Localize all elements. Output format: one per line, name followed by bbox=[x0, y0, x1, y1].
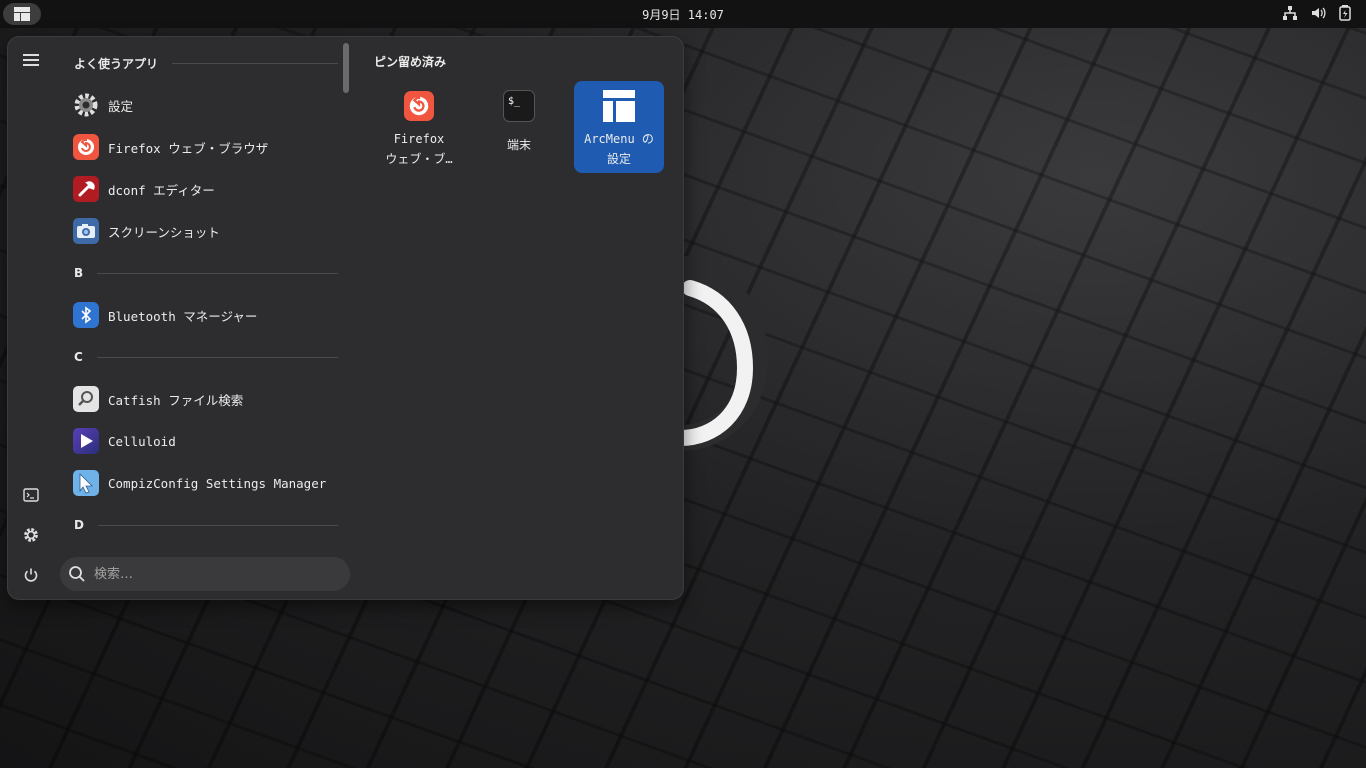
firefox-icon bbox=[72, 133, 100, 161]
arcmenu-panel: よく使うアプリ 設定 Firefox ウェブ・ブラウザ dconf エディター … bbox=[7, 36, 684, 600]
terminal-button[interactable] bbox=[18, 482, 44, 508]
pinned-firefox[interactable]: Firefox ウェブ・ブ… bbox=[374, 81, 464, 173]
battery-icon[interactable] bbox=[1338, 5, 1352, 21]
pinned-label-line1: ArcMenu の bbox=[584, 132, 654, 146]
play-icon bbox=[72, 427, 100, 455]
pinned-label-line2: 設定 bbox=[606, 152, 631, 166]
app-item-dconf[interactable]: dconf エディター bbox=[72, 171, 338, 207]
terminal-icon: $_ bbox=[502, 89, 536, 123]
system-tray[interactable] bbox=[1282, 5, 1352, 21]
clock[interactable]: 9月9日 14:07 bbox=[0, 6, 1366, 23]
section-header-frequent: よく使うアプリ bbox=[74, 53, 338, 73]
app-label: CompizConfig Settings Manager bbox=[108, 475, 327, 491]
pinned-label: 端末 bbox=[506, 138, 531, 152]
terminal-icon bbox=[23, 488, 39, 502]
app-list-scrollbar[interactable] bbox=[343, 43, 349, 93]
settings-button[interactable] bbox=[18, 522, 44, 548]
section-title: B bbox=[74, 266, 84, 280]
network-icon[interactable] bbox=[1282, 5, 1298, 21]
app-item-screenshot[interactable]: スクリーンショット bbox=[72, 213, 338, 249]
section-header-c: C bbox=[74, 347, 338, 367]
app-item-firefox[interactable]: Firefox ウェブ・ブラウザ bbox=[72, 129, 338, 165]
app-label: Celluloid bbox=[108, 433, 176, 449]
gear-icon bbox=[72, 91, 100, 119]
pinned-terminal[interactable]: $_ 端末 bbox=[474, 81, 564, 173]
pinned-label-line2: ウェブ・ブ… bbox=[385, 152, 453, 166]
search-input[interactable] bbox=[92, 565, 326, 583]
divider bbox=[97, 272, 338, 274]
section-title: よく使うアプリ bbox=[74, 56, 159, 71]
camera-icon bbox=[72, 217, 100, 245]
app-item-catfish[interactable]: Catfish ファイル検索 bbox=[72, 381, 338, 417]
settings-icon bbox=[24, 528, 38, 542]
svg-text:$_: $_ bbox=[508, 96, 521, 107]
app-label: dconf エディター bbox=[108, 182, 215, 198]
magnifier-icon bbox=[72, 385, 100, 413]
app-item-celluloid[interactable]: Celluloid bbox=[72, 423, 338, 459]
divider bbox=[96, 356, 338, 358]
power-button[interactable] bbox=[18, 562, 44, 588]
top-bar: 9月9日 14:07 bbox=[0, 0, 1366, 28]
menu-side-rail bbox=[8, 37, 54, 599]
hamburger-button[interactable] bbox=[18, 47, 44, 73]
app-label: Bluetooth マネージャー bbox=[108, 308, 258, 324]
app-label: Firefox ウェブ・ブラウザ bbox=[108, 140, 269, 156]
app-label: 設定 bbox=[108, 98, 134, 114]
pinned-label-line1: Firefox bbox=[393, 132, 445, 146]
power-icon bbox=[24, 568, 38, 582]
pinned-header: ピン留め済み bbox=[374, 55, 447, 69]
pinned-arcmenu-settings[interactable]: ArcMenu の設定 bbox=[574, 81, 664, 173]
volume-icon[interactable] bbox=[1310, 5, 1326, 21]
app-list[interactable]: よく使うアプリ 設定 Firefox ウェブ・ブラウザ dconf エディター … bbox=[66, 37, 338, 547]
section-header-b: B bbox=[74, 263, 338, 283]
arcmenu-icon bbox=[602, 89, 636, 123]
app-label: スクリーンショット bbox=[108, 224, 220, 240]
search-icon bbox=[69, 566, 85, 582]
hamburger-icon bbox=[23, 54, 39, 66]
app-item-bluetooth[interactable]: Bluetooth マネージャー bbox=[72, 297, 338, 333]
app-label: Catfish ファイル検索 bbox=[108, 392, 244, 408]
search-box[interactable] bbox=[60, 557, 350, 591]
app-item-settings[interactable]: 設定 bbox=[72, 87, 338, 123]
section-title: D bbox=[74, 518, 84, 532]
divider bbox=[97, 524, 338, 526]
section-title: C bbox=[74, 350, 83, 364]
dconf-icon bbox=[72, 175, 100, 203]
divider bbox=[172, 62, 338, 64]
firefox-icon bbox=[402, 89, 436, 123]
bluetooth-icon bbox=[72, 301, 100, 329]
app-item-compizconfig[interactable]: CompizConfig Settings Manager bbox=[72, 465, 338, 501]
cursor-icon bbox=[72, 469, 100, 497]
section-header-d: D bbox=[74, 515, 338, 535]
